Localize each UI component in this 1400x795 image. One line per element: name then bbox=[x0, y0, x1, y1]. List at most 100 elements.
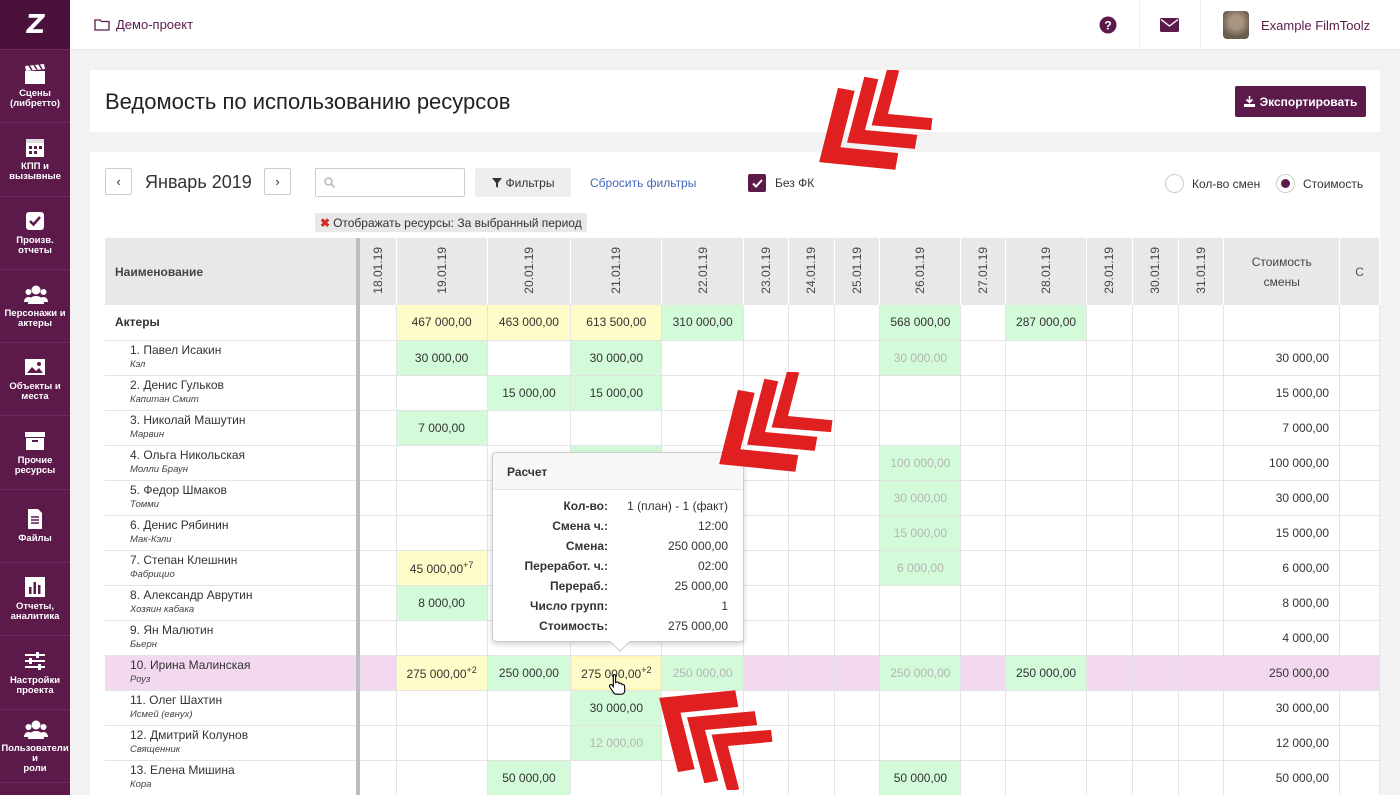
day-cost-cell[interactable] bbox=[1178, 725, 1225, 761]
day-cost-cell[interactable] bbox=[960, 655, 1007, 691]
day-cost-cell[interactable] bbox=[960, 725, 1007, 761]
sidebar-item-2[interactable]: Произв. отчеты bbox=[0, 197, 70, 270]
sidebar-item-5[interactable]: Прочие ресурсы bbox=[0, 416, 70, 490]
day-cost-cell[interactable] bbox=[1132, 550, 1179, 586]
day-cost-cell[interactable] bbox=[358, 690, 397, 726]
name-column-header[interactable]: Наименование bbox=[105, 238, 361, 305]
table-row[interactable]: 2. Денис Гульков Капитан Смит 15 000,00 15 … bbox=[105, 375, 1380, 411]
day-cost-cell[interactable] bbox=[1178, 585, 1225, 621]
user-menu[interactable]: Example FilmToolz bbox=[1200, 0, 1400, 50]
day-cost-cell[interactable] bbox=[1086, 655, 1133, 691]
day-cost-cell[interactable] bbox=[396, 760, 488, 795]
day-cost-cell[interactable] bbox=[834, 690, 881, 726]
day-cost-cell[interactable]: 12 000,00 bbox=[570, 725, 663, 761]
day-cost-cell[interactable] bbox=[396, 445, 488, 481]
resource-name-cell[interactable]: 6. Денис Рябинин Мак-Кэли bbox=[105, 515, 361, 551]
remove-filter-icon[interactable]: ✖ bbox=[320, 216, 330, 230]
day-cost-cell[interactable] bbox=[1178, 410, 1225, 446]
day-cost-cell[interactable] bbox=[788, 620, 835, 656]
date-column-header[interactable]: 25.01.19 bbox=[834, 238, 881, 305]
resource-name-cell[interactable]: 1. Павел Исакин Кэл bbox=[105, 340, 361, 376]
day-cost-cell[interactable]: 7 000,00 bbox=[396, 410, 488, 446]
day-cost-cell[interactable] bbox=[570, 760, 663, 795]
resource-name-cell[interactable]: 2. Денис Гульков Капитан Смит bbox=[105, 375, 361, 411]
group-day-cell[interactable]: 467 000,00 bbox=[396, 305, 488, 341]
day-cost-cell[interactable] bbox=[743, 550, 789, 586]
day-cost-cell[interactable] bbox=[1086, 585, 1133, 621]
day-cost-cell[interactable]: 275 000,00+2 bbox=[570, 655, 663, 691]
day-cost-cell[interactable] bbox=[1086, 725, 1133, 761]
day-cost-cell[interactable] bbox=[1086, 620, 1133, 656]
day-cost-cell[interactable] bbox=[834, 375, 881, 411]
resource-name-cell[interactable]: 13. Елена Мишина Кора bbox=[105, 760, 361, 795]
no-fk-checkbox[interactable]: Без ФК bbox=[748, 174, 814, 192]
day-cost-cell[interactable] bbox=[743, 585, 789, 621]
day-cost-cell[interactable] bbox=[1132, 725, 1179, 761]
day-cost-cell[interactable] bbox=[358, 620, 397, 656]
day-cost-cell[interactable] bbox=[879, 410, 962, 446]
day-cost-cell[interactable] bbox=[788, 550, 835, 586]
day-cost-cell[interactable] bbox=[960, 585, 1007, 621]
day-cost-cell[interactable] bbox=[1178, 445, 1225, 481]
day-cost-cell[interactable] bbox=[960, 550, 1007, 586]
resource-name-cell[interactable]: 8. Александр Аврутин Хозяин кабака bbox=[105, 585, 361, 621]
day-cost-cell[interactable] bbox=[1132, 340, 1179, 376]
day-cost-cell[interactable] bbox=[879, 725, 962, 761]
day-cost-cell[interactable] bbox=[358, 655, 397, 691]
group-day-cell[interactable]: 287 000,00 bbox=[1005, 305, 1087, 341]
day-cost-cell[interactable] bbox=[1132, 445, 1179, 481]
group-day-cell[interactable] bbox=[743, 305, 789, 341]
day-cost-cell[interactable] bbox=[1005, 375, 1087, 411]
day-cost-cell[interactable] bbox=[960, 445, 1007, 481]
day-cost-cell[interactable] bbox=[487, 410, 572, 446]
day-cost-cell[interactable]: 250 000,00 bbox=[1005, 655, 1087, 691]
day-cost-cell[interactable] bbox=[396, 620, 488, 656]
resource-name-cell[interactable]: 10. Ирина Малинская Роуз bbox=[105, 655, 361, 691]
radio-shift-count[interactable]: Кол-во смен bbox=[1165, 174, 1260, 193]
date-column-header[interactable]: 30.01.19 bbox=[1132, 238, 1179, 305]
day-cost-cell[interactable] bbox=[960, 340, 1007, 376]
day-cost-cell[interactable] bbox=[834, 760, 881, 795]
day-cost-cell[interactable] bbox=[834, 410, 881, 446]
day-cost-cell[interactable] bbox=[788, 690, 835, 726]
day-cost-cell[interactable] bbox=[1005, 480, 1087, 516]
day-cost-cell[interactable] bbox=[788, 340, 835, 376]
group-day-cell[interactable] bbox=[1178, 305, 1225, 341]
day-cost-cell[interactable] bbox=[358, 445, 397, 481]
day-cost-cell[interactable] bbox=[1178, 375, 1225, 411]
resource-name-cell[interactable]: 4. Ольга Никольская Молли Браун bbox=[105, 445, 361, 481]
day-cost-cell[interactable] bbox=[743, 515, 789, 551]
day-cost-cell[interactable] bbox=[1132, 655, 1179, 691]
day-cost-cell[interactable] bbox=[743, 655, 789, 691]
day-cost-cell[interactable] bbox=[661, 690, 745, 726]
date-column-header[interactable]: 20.01.19 bbox=[487, 238, 572, 305]
group-day-cell[interactable] bbox=[960, 305, 1007, 341]
day-cost-cell[interactable] bbox=[788, 760, 835, 795]
day-cost-cell[interactable]: 45 000,00+7 bbox=[396, 550, 488, 586]
date-column-header[interactable]: 28.01.19 bbox=[1005, 238, 1087, 305]
day-cost-cell[interactable] bbox=[788, 410, 835, 446]
day-cost-cell[interactable] bbox=[1005, 585, 1087, 621]
day-cost-cell[interactable]: 275 000,00+2 bbox=[396, 655, 488, 691]
day-cost-cell[interactable] bbox=[879, 620, 962, 656]
date-column-header[interactable]: 31.01.19 bbox=[1178, 238, 1225, 305]
group-day-cell[interactable] bbox=[1132, 305, 1179, 341]
day-cost-cell[interactable] bbox=[960, 515, 1007, 551]
day-cost-cell[interactable] bbox=[834, 515, 881, 551]
day-cost-cell[interactable] bbox=[1132, 480, 1179, 516]
day-cost-cell[interactable]: 30 000,00 bbox=[879, 480, 962, 516]
date-column-header[interactable]: 27.01.19 bbox=[960, 238, 1007, 305]
day-cost-cell[interactable] bbox=[358, 375, 397, 411]
day-cost-cell[interactable] bbox=[834, 340, 881, 376]
day-cost-cell[interactable] bbox=[358, 725, 397, 761]
day-cost-cell[interactable] bbox=[1178, 515, 1225, 551]
help-button[interactable]: ? bbox=[1078, 0, 1138, 50]
day-cost-cell[interactable] bbox=[1178, 655, 1225, 691]
day-cost-cell[interactable] bbox=[788, 480, 835, 516]
messages-button[interactable] bbox=[1139, 0, 1199, 50]
day-cost-cell[interactable] bbox=[1005, 550, 1087, 586]
prev-month-button[interactable]: ‹ bbox=[105, 168, 132, 195]
day-cost-cell[interactable] bbox=[570, 410, 663, 446]
day-cost-cell[interactable] bbox=[1005, 760, 1087, 795]
day-cost-cell[interactable] bbox=[358, 480, 397, 516]
